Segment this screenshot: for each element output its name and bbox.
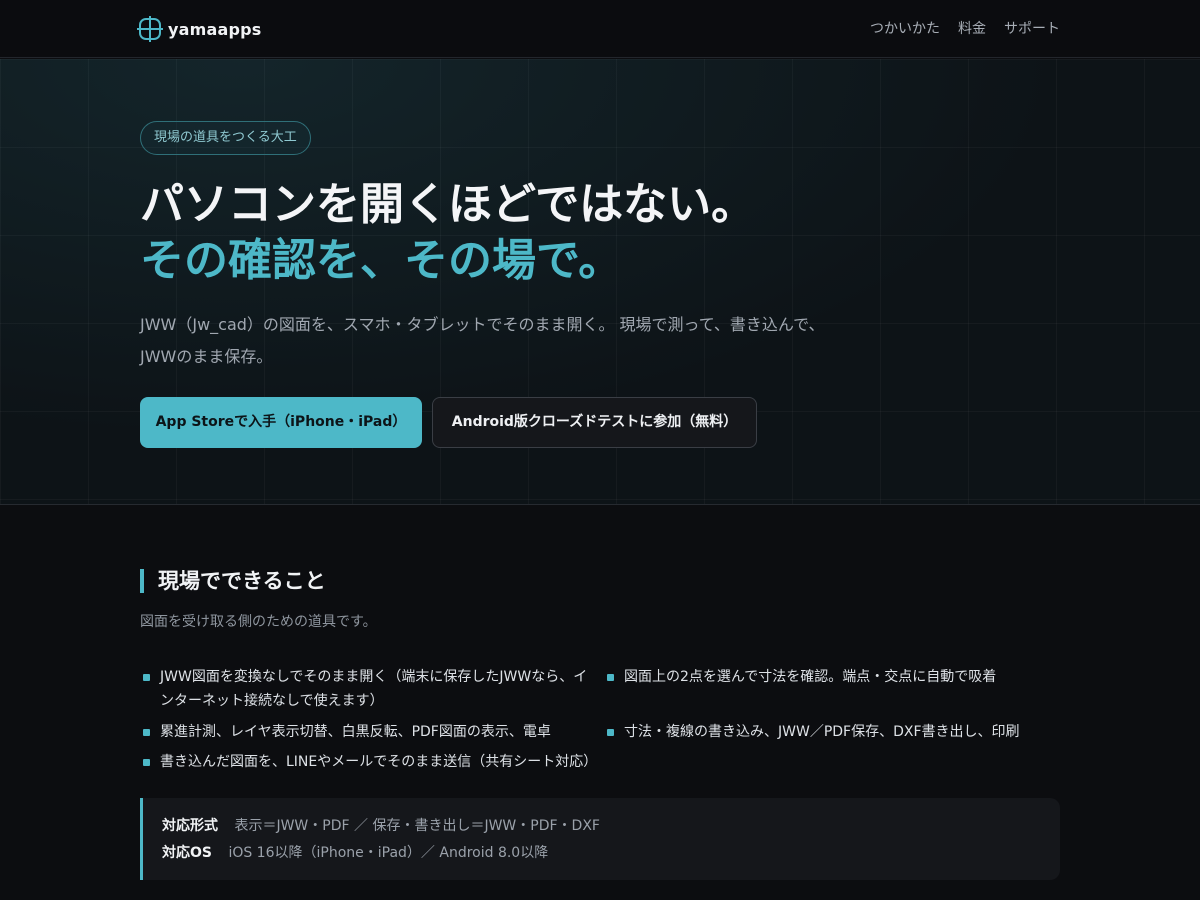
hero-title-line2: その確認を、その場で。 [140,235,623,286]
spec-os-row: 対応OS iOS 16以降（iPhone・iPad）／ Android 8.0以… [162,843,548,863]
tagline-pill: 現場の道具をつくる大工 [140,121,311,155]
crosshair-logo-icon [137,16,163,42]
features-subtitle: 図面を受け取る側のための道具です。 [140,614,377,630]
app-store-button[interactable]: App Storeで入手（iPhone・iPad） [140,397,422,448]
hero-title-line1: パソコンを開くほどではない。 [140,179,756,230]
spec-box: 対応形式 表示＝JWW・PDF ／ 保存・書き出し＝JWW・PDF・DXF 対応… [140,798,1060,880]
feature-item: 累進計測、レイヤ表示切替、白黒反転、PDF図面の表示、電卓 [140,720,590,744]
feature-item: 書き込んだ図面を、LINEやメールでそのまま送信（共有シート対応） [140,750,610,774]
site-header: yamaapps つかいかた 料金 サポート [0,0,1200,58]
feature-item: JWW図面を変換なしでそのまま開く（端末に保存したJWWなら、インターネット接続… [140,665,590,713]
android-test-button[interactable]: Android版クローズドテストに参加（無料） [432,397,757,448]
features-title: 現場でできること [140,569,326,593]
spec-formats-value: 表示＝JWW・PDF ／ 保存・書き出し＝JWW・PDF・DXF [234,818,600,834]
feature-item: 図面上の2点を選んで寸法を確認。端点・交点に自動で吸着 [604,665,1024,689]
hero-lead: JWW（Jw_cad）の図面を、スマホ・タブレットでそのまま開く。 現場で測って… [140,315,825,366]
brand-name: yamaapps [168,19,262,39]
main-nav: つかいかた 料金 サポート [870,19,1060,39]
spec-formats-label: 対応形式 [162,818,218,834]
hero-section: 現場の道具をつくる大工 パソコンを開くほどではない。 その確認を、その場で。 J… [0,59,1200,505]
spec-os-label: 対応OS [162,845,212,861]
nav-link-usage[interactable]: つかいかた [870,19,940,39]
brand-logo[interactable]: yamaapps [137,16,262,42]
nav-link-support[interactable]: サポート [1004,19,1060,39]
nav-link-pricing[interactable]: 料金 [958,19,986,39]
spec-formats-row: 対応形式 表示＝JWW・PDF ／ 保存・書き出し＝JWW・PDF・DXF [162,816,600,836]
feature-item: 寸法・複線の書き込み、JWW／PDF保存、DXF書き出し、印刷 [604,720,1034,744]
hero-title: パソコンを開くほどではない。 その確認を、その場で。 [140,177,755,289]
spec-os-value: iOS 16以降（iPhone・iPad）／ Android 8.0以降 [228,845,549,861]
